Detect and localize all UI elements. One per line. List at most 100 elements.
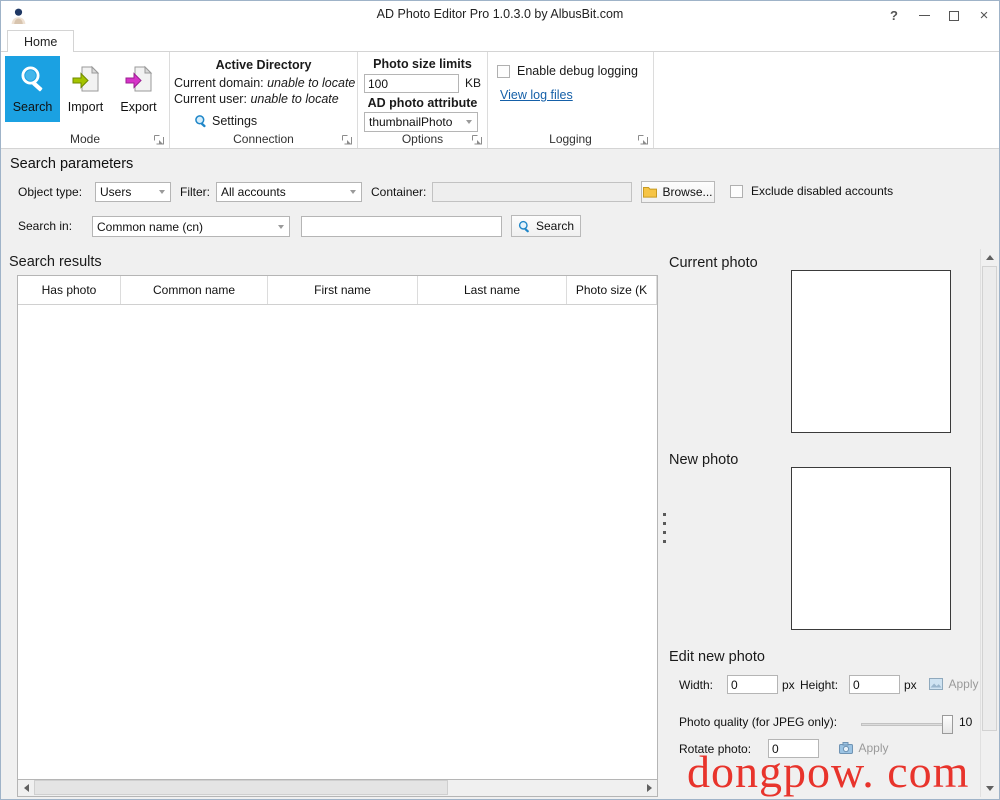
photo-size-unit-label: KB: [465, 76, 482, 90]
photo-quality-slider-thumb[interactable]: [942, 715, 953, 734]
mode-dialog-launcher-icon[interactable]: [154, 135, 164, 145]
rotate-input[interactable]: [768, 739, 819, 758]
minimize-button[interactable]: [909, 1, 939, 30]
column-header[interactable]: Common name: [121, 276, 268, 304]
photo-pane: Current photo New photo Edit new photo W…: [661, 249, 979, 797]
ribbon-group-logging-title: Logging: [549, 132, 592, 146]
search-results-horizontal-scrollbar[interactable]: [17, 780, 658, 797]
exclude-disabled-accounts-checkbox[interactable]: Exclude disabled accounts: [730, 184, 893, 198]
magnifier-settings-icon: [195, 115, 206, 128]
filter-select[interactable]: All accounts: [216, 182, 362, 202]
ribbon: Search Import Export Mode Active Directo…: [1, 52, 999, 149]
container-label: Container:: [371, 185, 427, 199]
connection-dialog-launcher-icon[interactable]: [342, 135, 352, 145]
mode-button-search-label: Search: [12, 100, 53, 114]
column-header[interactable]: Has photo: [18, 276, 121, 304]
current-domain-line: Current domain: unable to locate: [174, 76, 355, 90]
column-header[interactable]: First name: [268, 276, 418, 304]
scroll-right-button[interactable]: [641, 780, 657, 795]
resize-apply-label: Apply: [948, 677, 979, 691]
close-icon: ×: [979, 7, 989, 24]
column-header[interactable]: Photo size (K: [567, 276, 657, 304]
close-button[interactable]: ×: [969, 1, 999, 30]
chevron-down-icon: [461, 113, 477, 131]
ribbon-group-connection-title: Connection: [233, 132, 294, 146]
enable-debug-logging-checkbox[interactable]: Enable debug logging: [497, 64, 638, 78]
height-input[interactable]: [849, 675, 900, 694]
column-header[interactable]: Last name: [418, 276, 567, 304]
photo-size-limit-input[interactable]: [364, 74, 459, 93]
pane-splitter-handle[interactable]: [660, 511, 669, 545]
filter-value: All accounts: [221, 185, 286, 199]
current-domain-label: Current domain:: [174, 76, 264, 90]
application-window: AD Photo Editor Pro 1.0.3.0 by AlbusBit.…: [0, 0, 1000, 800]
magnifier-icon: [21, 66, 42, 92]
rotate-apply-button[interactable]: Apply: [831, 737, 897, 759]
magnifier-icon: [518, 220, 529, 232]
mode-button-search[interactable]: Search: [5, 56, 60, 122]
photo-quality-slider[interactable]: [861, 723, 952, 726]
window-title: AD Photo Editor Pro 1.0.3.0 by AlbusBit.…: [376, 7, 624, 21]
object-type-select[interactable]: Users: [95, 182, 171, 202]
horizontal-scroll-thumb[interactable]: [34, 780, 448, 795]
maximize-icon: [949, 10, 959, 21]
chevron-down-icon: [273, 217, 289, 236]
title-bar: AD Photo Editor Pro 1.0.3.0 by AlbusBit.…: [1, 1, 999, 30]
ribbon-group-logging: Enable debug logging View log files Logg…: [488, 52, 654, 148]
object-type-value: Users: [100, 185, 132, 199]
search-results-body[interactable]: [18, 305, 657, 779]
height-label: Height:: [800, 678, 839, 692]
ribbon-tab-strip: Home: [1, 30, 999, 52]
tab-home[interactable]: Home: [7, 30, 75, 52]
object-type-label: Object type:: [18, 185, 83, 199]
ribbon-group-connection: Active Directory Current domain: unable …: [170, 52, 358, 148]
options-dialog-launcher-icon[interactable]: [472, 135, 482, 145]
container-input[interactable]: [432, 182, 632, 202]
export-document-icon: [125, 65, 152, 92]
maximize-button[interactable]: [939, 1, 969, 30]
scroll-down-button[interactable]: [981, 780, 998, 797]
search-in-select[interactable]: Common name (cn): [92, 216, 290, 237]
search-results-grid[interactable]: Has photo Common name First name Last name P…: [17, 275, 658, 780]
mode-button-import[interactable]: Import: [58, 56, 113, 122]
scroll-up-button[interactable]: [981, 249, 998, 266]
current-user-value: unable to locate: [250, 92, 339, 106]
checkbox-box: [730, 184, 743, 198]
exclude-disabled-accounts-label: Exclude disabled accounts: [751, 184, 894, 198]
width-input[interactable]: [727, 675, 778, 694]
rotate-photo-label: Rotate photo:: [679, 742, 752, 756]
browse-button-label: Browse...: [662, 185, 713, 199]
connection-settings-label: Settings: [212, 114, 258, 128]
vertical-scroll-thumb[interactable]: [982, 266, 997, 731]
ad-photo-attribute-value: thumbnailPhoto: [369, 115, 453, 129]
help-button[interactable]: ?: [879, 1, 909, 30]
resize-apply-button[interactable]: Apply: [921, 673, 979, 695]
browse-button[interactable]: Browse...: [641, 181, 715, 203]
minimize-icon: [918, 15, 930, 16]
ad-photo-attribute-select[interactable]: thumbnailPhoto: [364, 112, 478, 132]
rotate-apply-label: Apply: [858, 741, 889, 755]
current-domain-value: unable to locate: [267, 76, 356, 90]
mode-button-import-label: Import: [67, 100, 104, 114]
mode-button-export[interactable]: Export: [111, 56, 166, 122]
logging-dialog-launcher-icon[interactable]: [638, 135, 648, 145]
folder-icon: [643, 187, 658, 198]
search-query-input[interactable]: [301, 216, 502, 237]
current-photo-label: Current photo: [669, 255, 758, 271]
current-photo-preview: [791, 270, 951, 433]
search-results-heading: Search results: [9, 254, 102, 270]
search-submit-button[interactable]: Search: [511, 215, 581, 237]
view-log-files-link[interactable]: View log files: [500, 88, 573, 102]
ad-photo-attribute-label: AD photo attribute: [367, 96, 478, 110]
window-controls: ? ×: [879, 1, 999, 30]
photo-pane-vertical-scrollbar[interactable]: [980, 249, 998, 797]
height-unit-label: px: [904, 678, 917, 692]
ribbon-group-mode-title: Mode: [69, 132, 101, 146]
new-photo-label: New photo: [669, 452, 739, 468]
search-parameters-heading: Search parameters: [10, 156, 134, 172]
edit-new-photo-heading: Edit new photo: [669, 649, 765, 665]
scroll-left-button[interactable]: [18, 780, 34, 795]
current-user-line: Current user: unable to locate: [174, 92, 339, 106]
connection-settings-button[interactable]: Settings: [194, 114, 257, 128]
current-user-label: Current user:: [174, 92, 247, 106]
